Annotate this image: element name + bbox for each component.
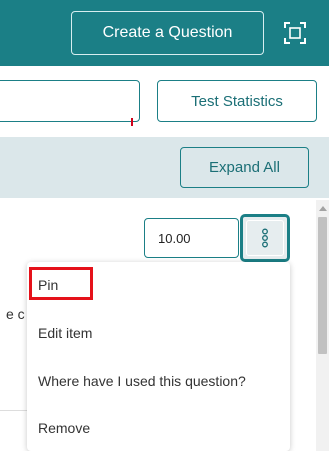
menu-item-pin[interactable]: Pin [27, 265, 290, 305]
expand-all-button[interactable]: Expand All [180, 147, 309, 188]
vertical-scrollbar[interactable] [316, 200, 329, 451]
create-question-button[interactable]: Create a Question [71, 11, 264, 55]
more-options-button[interactable] [240, 214, 290, 262]
top-header-bar: Create a Question [0, 0, 329, 66]
row-divider [0, 410, 27, 411]
menu-item-where-used[interactable]: Where have I used this question? [27, 361, 290, 401]
scroll-up-arrow-icon[interactable] [319, 206, 327, 211]
question-text-partial: e c [6, 306, 25, 322]
kebab-more-icon [262, 228, 268, 248]
points-field[interactable]: 10.00 [144, 218, 239, 258]
menu-item-edit[interactable]: Edit item [27, 313, 290, 353]
test-statistics-button[interactable]: Test Statistics [157, 80, 317, 122]
validation-marker [131, 118, 133, 126]
question-actions-menu: Pin Edit item Where have I used this que… [27, 262, 290, 451]
scroll-thumb[interactable] [318, 217, 327, 354]
search-input[interactable] [0, 80, 140, 122]
more-options-focus-ring [246, 220, 284, 256]
fullscreen-expand-icon[interactable] [284, 22, 306, 44]
menu-item-remove[interactable]: Remove [27, 408, 290, 448]
